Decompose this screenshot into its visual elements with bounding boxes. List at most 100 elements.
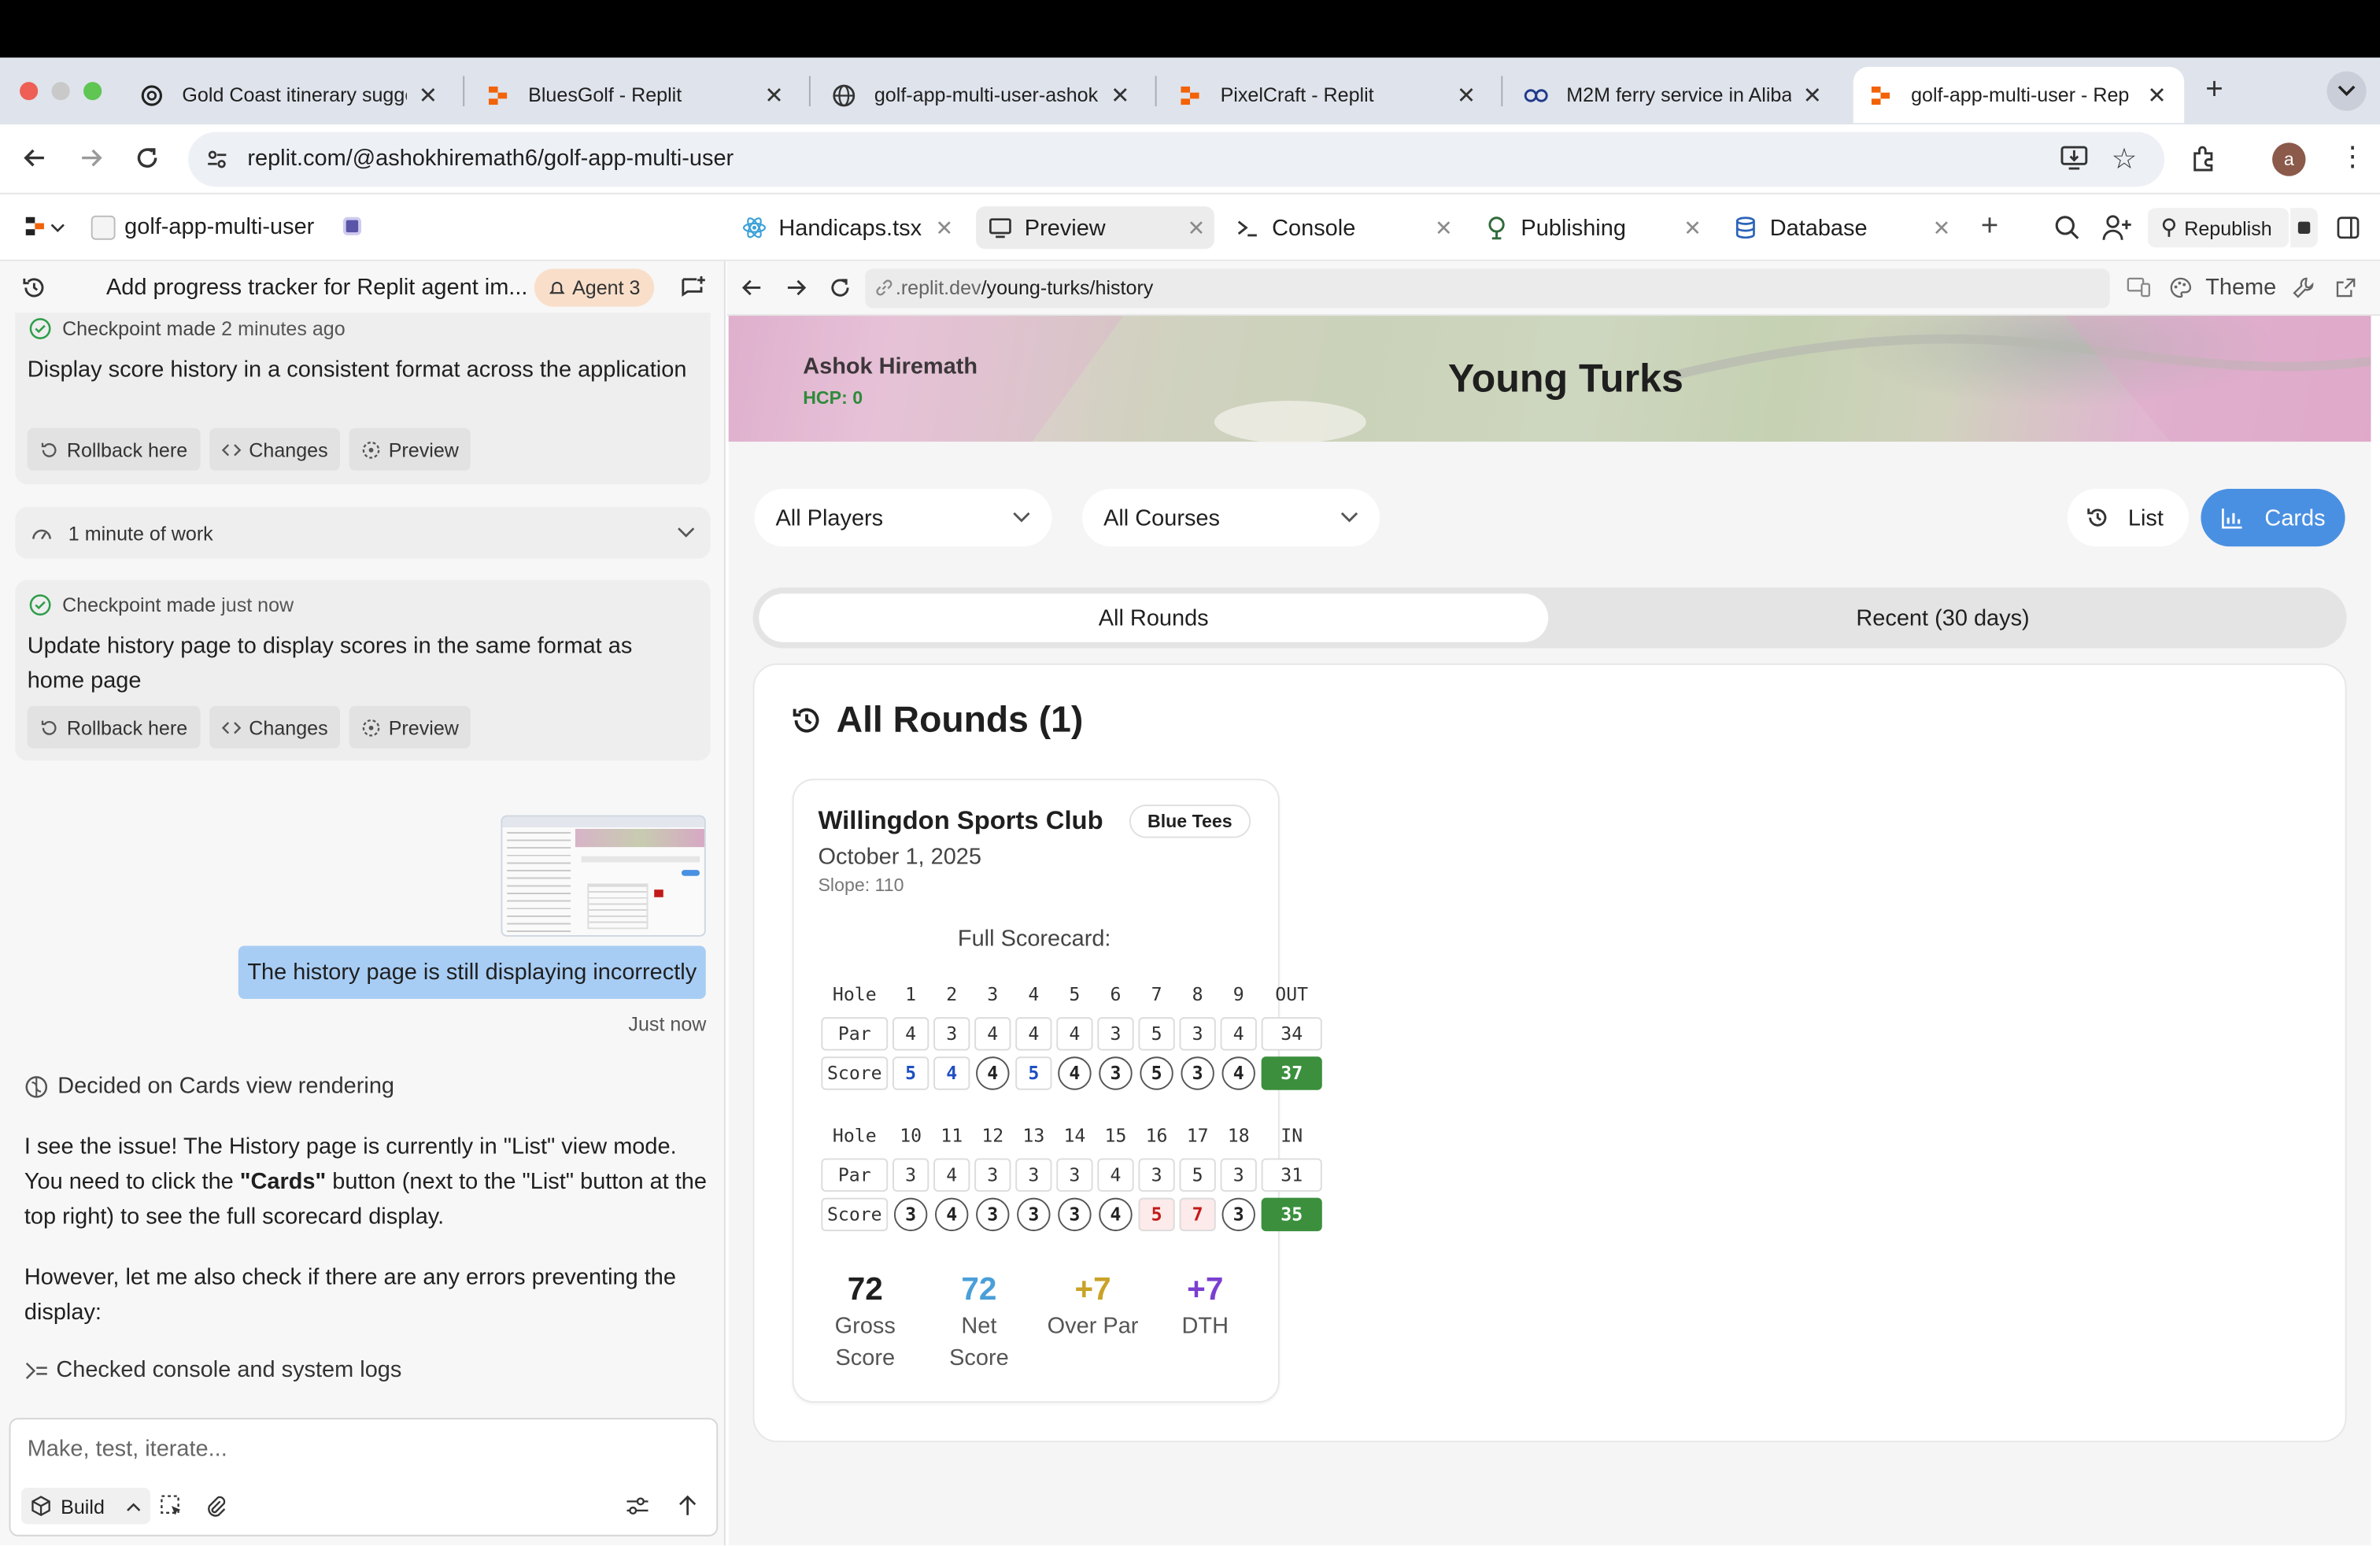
extensions-icon[interactable] (2190, 144, 2218, 172)
settings-sliders-icon[interactable] (626, 1496, 650, 1517)
new-tab-icon[interactable]: + (2205, 73, 2223, 108)
score-cell-bogey: 4 (933, 1056, 970, 1090)
hole-number: 13 (1022, 1125, 1045, 1147)
agent-badge[interactable]: Agent 3 (534, 268, 654, 307)
out-label: OUT (1275, 983, 1309, 1005)
devtools-wrench-icon[interactable] (2292, 276, 2315, 299)
invite-user-icon[interactable] (2102, 214, 2133, 242)
build-mode-button[interactable]: Build (20, 1487, 150, 1525)
chat-input-placeholder[interactable]: Make, test, iterate... (28, 1436, 227, 1462)
close-tab-icon[interactable]: ✕ (2145, 81, 2169, 109)
close-tab-icon[interactable]: ✕ (1454, 81, 1479, 109)
score-row: Score 3 4 3 3 3 4 5 7 3 35 (821, 1197, 1322, 1232)
score-total-out: 37 (1261, 1056, 1322, 1090)
preview-button[interactable]: Preview (349, 705, 471, 749)
close-tab-icon[interactable]: ✕ (1188, 215, 1206, 241)
rollback-button[interactable]: Rollback here (27, 427, 200, 471)
site-info-icon[interactable] (205, 147, 229, 172)
list-view-button[interactable]: List (2067, 488, 2189, 547)
gross-score-stat: 72 Gross Score (819, 1272, 911, 1374)
replit-logo-icon[interactable] (24, 216, 67, 240)
segment-all-rounds[interactable]: All Rounds (759, 594, 1549, 642)
browser-tab[interactable]: BluesGolf - Replit ✕ (471, 67, 801, 123)
rollback-button[interactable]: Rollback here (27, 705, 200, 749)
preview-back-icon[interactable] (741, 276, 763, 299)
close-window-icon[interactable] (20, 82, 39, 101)
changes-button[interactable]: Changes (209, 427, 341, 471)
gauge-icon (31, 521, 54, 544)
forward-icon[interactable] (77, 144, 105, 172)
search-icon[interactable] (2053, 214, 2081, 242)
select-element-icon[interactable] (159, 1494, 183, 1518)
work-summary-row[interactable]: 1 minute of work (15, 507, 711, 559)
browser-tab[interactable]: M2M ferry service in Aliba ✕ (1509, 67, 1839, 123)
tab-search-icon[interactable] (2326, 71, 2367, 111)
attach-icon[interactable] (203, 1494, 227, 1518)
tab-database[interactable]: Database ✕ (1721, 206, 1960, 249)
browser-menu-icon[interactable]: ⋮ (2339, 142, 2367, 170)
add-tab-icon[interactable]: + (1981, 209, 1999, 244)
close-tab-icon[interactable]: ✕ (1933, 215, 1951, 241)
palette-icon[interactable] (2169, 276, 2192, 299)
theme-label[interactable]: Theme (2205, 275, 2276, 301)
tab-publishing[interactable]: Publishing ✕ (1473, 206, 1711, 249)
reload-icon[interactable] (134, 144, 161, 172)
chevron-up-icon (126, 1500, 141, 1511)
browser-tab-title: M2M ferry service in Aliba (1566, 83, 1791, 106)
par-label: Par (821, 1017, 889, 1051)
build-label: Build (61, 1494, 105, 1518)
close-tab-icon[interactable]: ✕ (762, 81, 786, 109)
players-filter-select[interactable]: All Players (754, 488, 1052, 547)
url-text[interactable]: replit.com/@ashokhiremath6/golf-app-mult… (247, 146, 734, 172)
install-app-icon[interactable] (2060, 144, 2089, 172)
republish-options-icon[interactable] (2290, 208, 2318, 248)
minimize-window-icon[interactable] (51, 82, 70, 101)
profile-avatar[interactable]: a (2272, 142, 2306, 176)
bookmark-star-icon[interactable]: ☆ (2112, 142, 2138, 177)
browser-tab[interactable]: PixelCraft - Replit ✕ (1162, 67, 1493, 123)
attached-screenshot-thumbnail[interactable] (501, 815, 706, 937)
send-arrow-icon[interactable] (677, 1494, 698, 1518)
preview-forward-icon[interactable] (785, 276, 808, 299)
cards-view-button[interactable]: Cards (2201, 488, 2345, 547)
toggle-panel-icon[interactable] (2336, 216, 2360, 240)
close-tab-icon[interactable]: ✕ (416, 81, 440, 109)
par-cell: 5 (1179, 1158, 1216, 1192)
republish-button[interactable]: Republish (2147, 208, 2289, 248)
par-cell: 4 (892, 1017, 929, 1051)
close-tab-icon[interactable]: ✕ (1108, 81, 1133, 109)
changes-button[interactable]: Changes (209, 705, 341, 749)
agent-action-summary[interactable]: Checked console and system logs (56, 1357, 401, 1383)
close-tab-icon[interactable]: ✕ (1435, 215, 1453, 241)
close-tab-icon[interactable]: ✕ (1683, 215, 1702, 241)
history-icon[interactable] (21, 275, 47, 301)
segment-recent[interactable]: Recent (30 days) (1548, 594, 2338, 642)
new-chat-icon[interactable] (680, 275, 706, 301)
hole-number: 6 (1110, 983, 1122, 1005)
preview-url[interactable]: .replit.dev/young-turks/history (896, 276, 1153, 299)
tab-handicaps[interactable]: Handicaps.tsx ✕ (730, 206, 963, 249)
rollback-icon (39, 717, 67, 737)
browser-tab-active[interactable]: golf-app-multi-user - Rep ✕ (1853, 66, 2185, 124)
back-icon[interactable] (21, 144, 49, 172)
dth-label: DTH (1181, 1313, 1229, 1339)
close-tab-icon[interactable]: ✕ (1800, 81, 1824, 109)
bar-chart-icon (2220, 506, 2243, 529)
thread-title[interactable]: Add progress tracker for Replit agent im… (106, 275, 527, 301)
tab-console[interactable]: Console ✕ (1223, 206, 1462, 249)
open-new-window-icon[interactable] (2334, 276, 2357, 299)
score-row: Score 5 4 4 5 4 3 5 3 4 37 (821, 1056, 1322, 1090)
close-tab-icon[interactable]: ✕ (936, 215, 954, 241)
device-icon[interactable] (2127, 276, 2151, 299)
brain-icon (24, 1074, 49, 1099)
courses-filter-select[interactable]: All Courses (1082, 488, 1380, 547)
tab-preview[interactable]: Preview ✕ (976, 206, 1214, 250)
preview-reload-icon[interactable] (829, 276, 852, 299)
project-name[interactable]: golf-app-multi-user (124, 214, 314, 240)
agent-thought-summary[interactable]: Decided on Cards view rendering (57, 1073, 394, 1099)
browser-tab[interactable]: golf-app-multi-user-ashok ✕ (817, 67, 1148, 123)
preview-button[interactable]: Preview (349, 427, 471, 471)
browser-tab[interactable]: Gold Coast itinerary sugge ✕ (124, 67, 455, 123)
group-title: Young Turks (1447, 355, 1683, 401)
maximize-window-icon[interactable] (83, 82, 102, 101)
